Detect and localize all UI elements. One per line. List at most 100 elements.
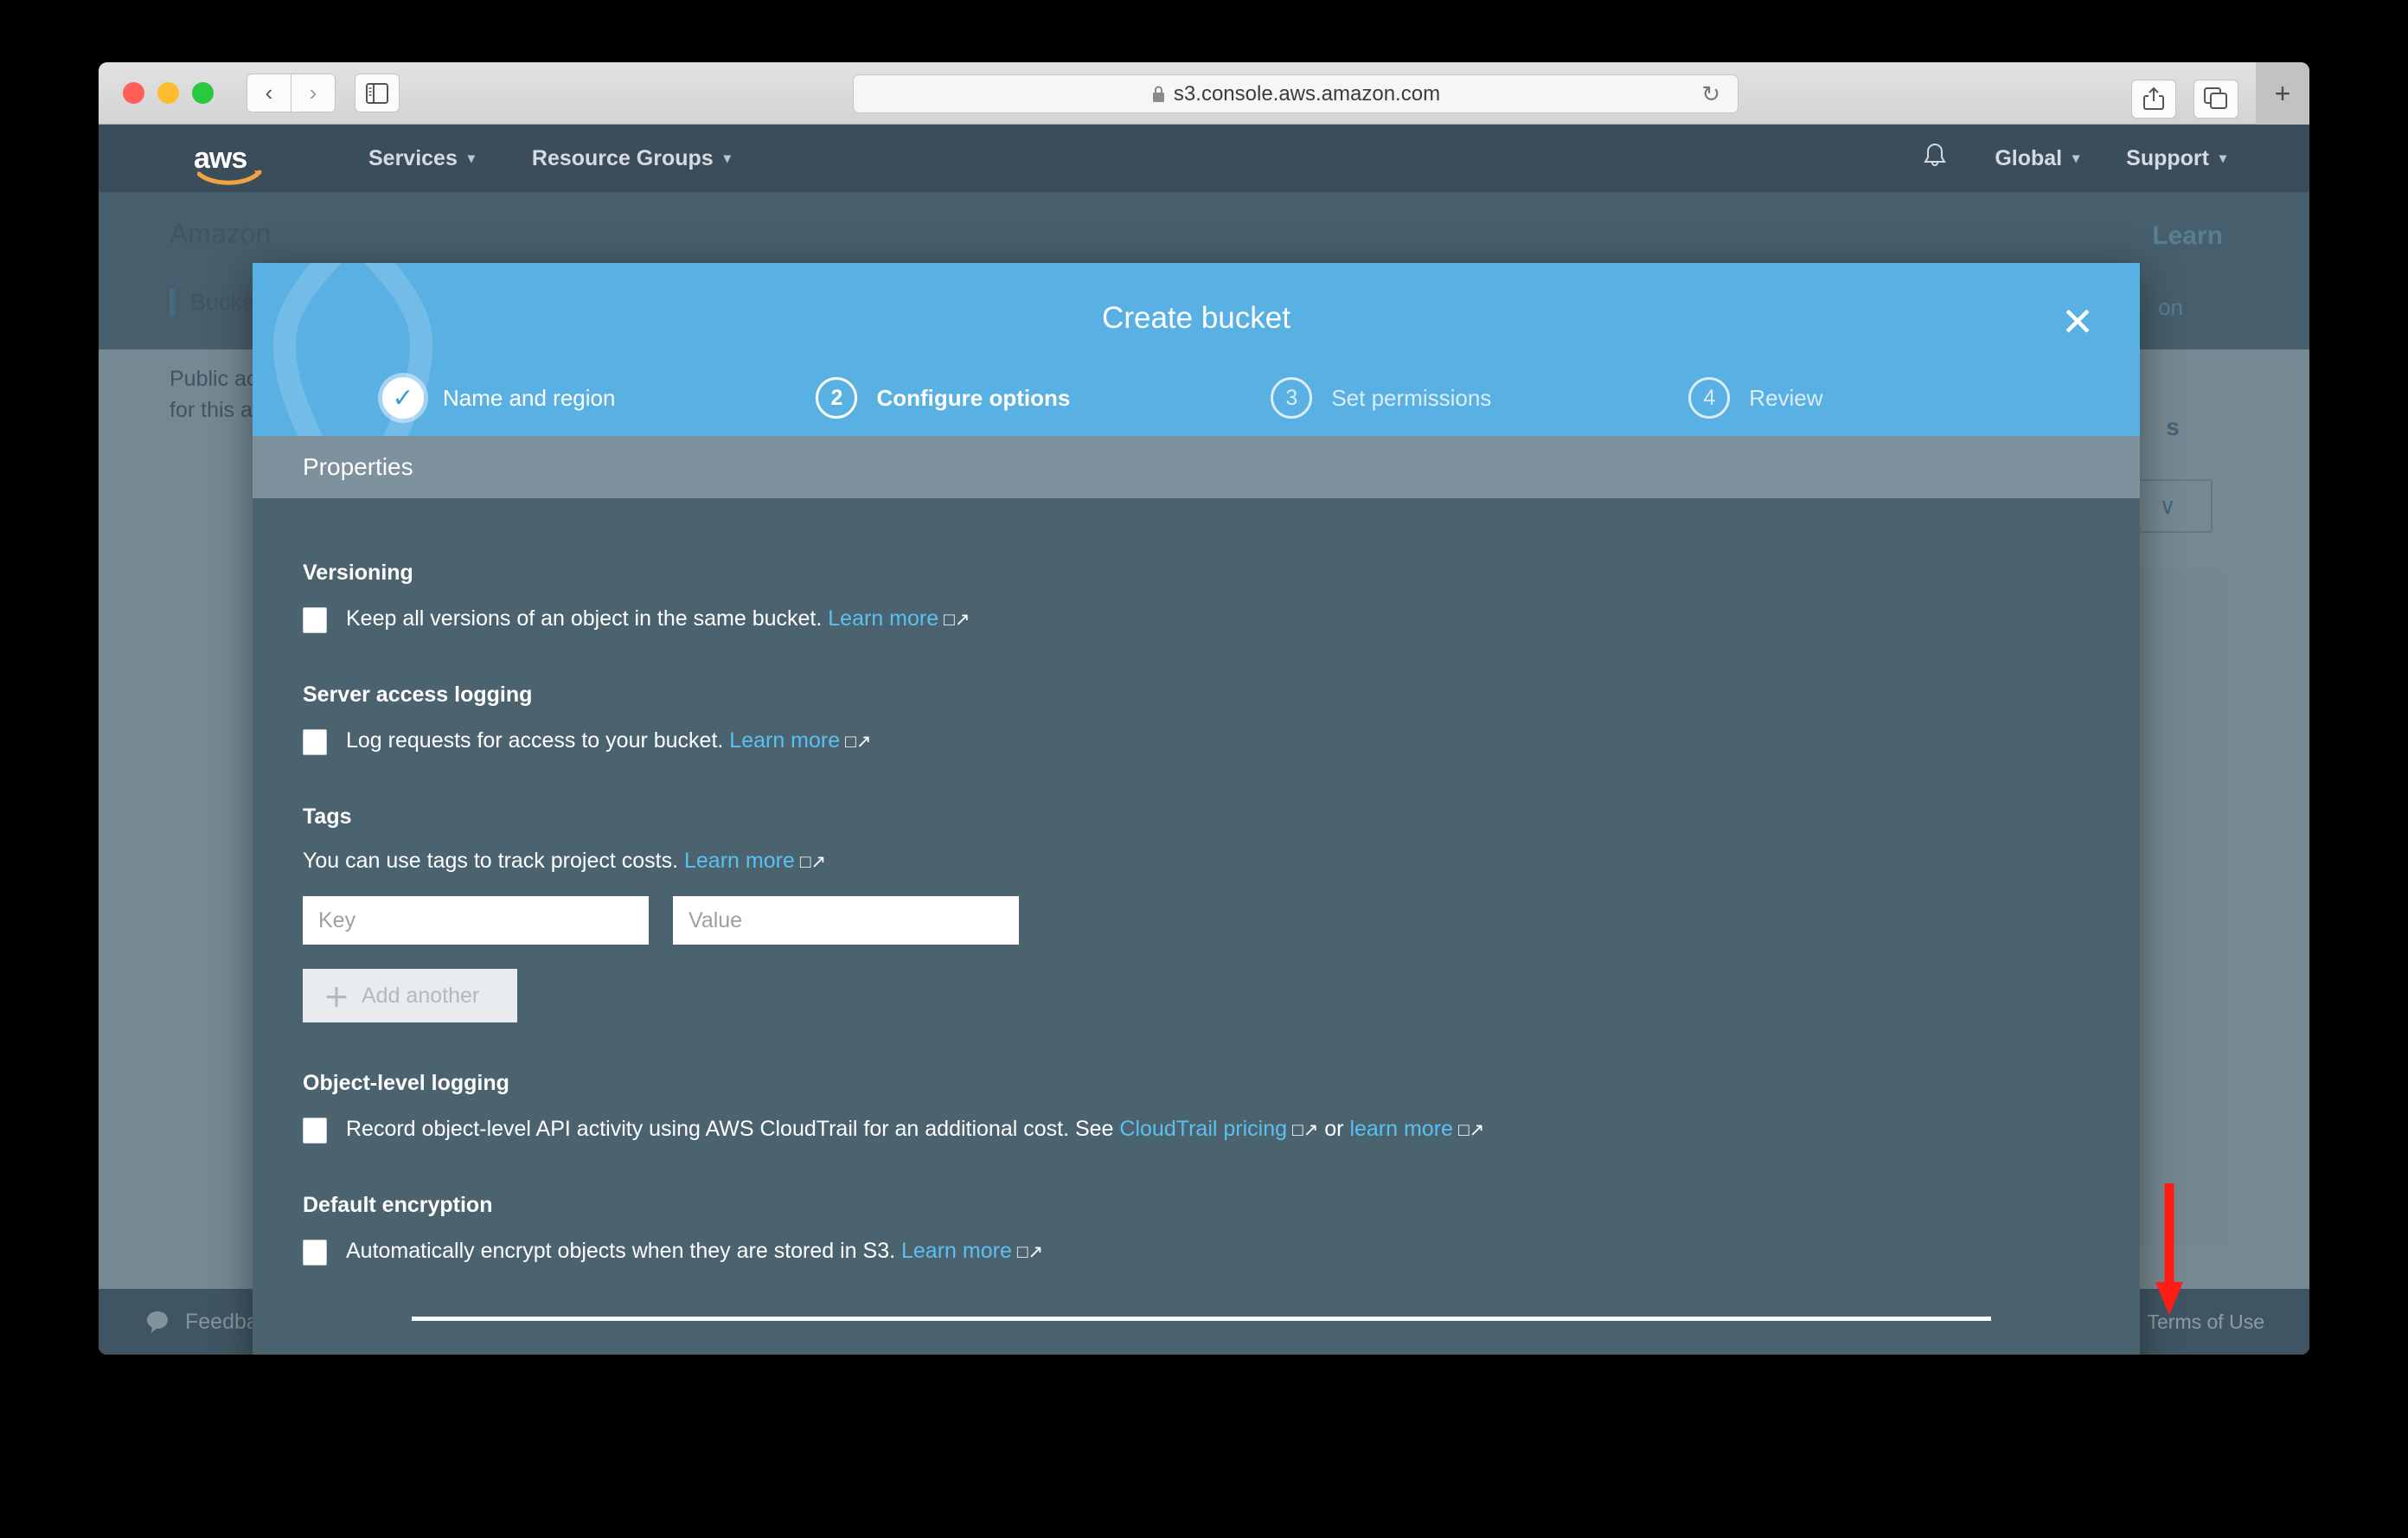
forward-button[interactable]: › (291, 74, 336, 112)
versioning-description: Keep all versions of an object in the sa… (346, 606, 823, 631)
step-badge: 2 (816, 377, 858, 419)
chevron-down-icon: ▾ (723, 151, 731, 166)
object-level-logging-group: Object-level logging Record object-level… (303, 1071, 2140, 1144)
versioning-label: Versioning (303, 561, 413, 585)
plus-icon: ＋ (323, 984, 349, 1013)
web-page: aws Services ▾ Resource Groups ▾ Global … (99, 125, 2309, 1355)
default-encryption-checkbox[interactable] (303, 1240, 327, 1266)
plus-icon: + (2274, 77, 2291, 109)
wizard-steps: ✓ Name and region 2 Configure options 3 … (253, 377, 2140, 419)
nav-region-label: Global (1995, 145, 2063, 170)
tags-description-row: You can use tags to track project costs.… (303, 849, 2140, 874)
bell-icon[interactable] (1922, 142, 1948, 176)
reload-icon[interactable]: ↻ (1701, 80, 1720, 107)
nav-resource-groups[interactable]: Resource Groups ▾ (532, 146, 731, 171)
dialog-header: Create bucket ✕ ✓ Name and region 2 Conf… (253, 263, 2140, 436)
tag-key-input[interactable] (303, 896, 649, 945)
nav-support-label: Support (2126, 145, 2209, 170)
window-controls (123, 82, 214, 104)
wizard-step-name-and-region[interactable]: ✓ Name and region (382, 377, 615, 419)
nav-services[interactable]: Services ▾ (368, 146, 475, 171)
server-access-logging-group: Server access logging Log requests for a… (303, 682, 2140, 756)
section-header-properties: Properties (253, 436, 2140, 498)
tag-value-input[interactable] (673, 896, 1019, 945)
section-title: Properties (303, 453, 413, 480)
versioning-learn-more-link[interactable]: Learn more (828, 606, 938, 631)
tags-group: Tags You can use tags to track project c… (303, 804, 2140, 1022)
address-bar[interactable]: s3.console.aws.amazon.com ↻ (853, 74, 1739, 113)
server-access-logging-row: Log requests for access to your bucket. … (303, 727, 2140, 756)
step-badge: 4 (1688, 377, 1731, 419)
default-encryption-label: Default encryption (303, 1193, 493, 1217)
nav-region-selector[interactable]: Global ▾ (1995, 146, 2079, 171)
new-tab-button[interactable]: + (2256, 62, 2309, 125)
versioning-row: Keep all versions of an object in the sa… (303, 605, 2140, 634)
lock-icon (1152, 86, 1164, 102)
nav-resource-groups-label: Resource Groups (531, 145, 714, 170)
default-encryption-text: Automatically encrypt objects when they … (346, 1237, 1043, 1266)
cloudtrail-pricing-link[interactable]: CloudTrail pricing (1119, 1117, 1287, 1141)
default-encryption-row: Automatically encrypt objects when they … (303, 1237, 2140, 1266)
aws-logo[interactable]: aws (194, 144, 273, 185)
bell-glyph (1924, 143, 1947, 166)
object-level-logging-text: Record object-level API activity using A… (346, 1115, 1484, 1144)
tags-label: Tags (303, 804, 352, 829)
back-button[interactable]: ‹ (247, 74, 291, 112)
object-level-logging-row: Record object-level API activity using A… (303, 1115, 2140, 1144)
server-access-logging-learn-more-link[interactable]: Learn more (729, 728, 840, 753)
wizard-step-configure-options[interactable]: 2 Configure options (816, 377, 1070, 419)
chevron-down-icon: ▾ (2219, 151, 2226, 166)
default-encryption-learn-more-link[interactable]: Learn more (901, 1239, 1012, 1263)
default-encryption-description: Automatically encrypt objects when they … (346, 1239, 896, 1263)
navigation-buttons: ‹ › (247, 74, 336, 112)
server-access-logging-label: Server access logging (303, 682, 533, 707)
toolbar-right-group: + (2131, 62, 2309, 125)
create-bucket-dialog: Create bucket ✕ ✓ Name and region 2 Conf… (253, 263, 2140, 1355)
tag-input-row (303, 896, 2140, 945)
external-link-icon: □↗ (845, 732, 872, 752)
aws-console-navbar: aws Services ▾ Resource Groups ▾ Global … (99, 125, 2309, 192)
chevron-down-icon: ▾ (2072, 151, 2080, 166)
chevron-down-icon: ▾ (467, 151, 475, 166)
chevron-right-icon: › (309, 80, 317, 106)
close-icon[interactable]: ✕ (2055, 299, 2100, 344)
sidebar-icon (366, 82, 388, 104)
share-icon (2143, 87, 2164, 110)
share-button[interactable] (2131, 79, 2176, 119)
nav-services-label: Services (368, 145, 458, 170)
wizard-step-review[interactable]: 4 Review (1688, 377, 1823, 419)
nav-support-menu[interactable]: Support ▾ (2126, 146, 2226, 171)
chevron-left-icon: ‹ (265, 80, 273, 106)
minimize-window-button[interactable] (157, 82, 179, 104)
add-another-tag-button[interactable]: ＋ Add another (303, 969, 517, 1022)
close-window-button[interactable] (123, 82, 144, 104)
wizard-step-set-permissions[interactable]: 3 Set permissions (1271, 377, 1491, 419)
navbar-right-group: Global ▾ Support ▾ (1922, 125, 2226, 192)
aws-smile-icon (197, 170, 262, 185)
server-access-logging-description: Log requests for access to your bucket. (346, 728, 724, 753)
show-tabs-button[interactable] (2193, 79, 2238, 119)
default-encryption-group: Default encryption Automatically encrypt… (303, 1193, 2140, 1266)
versioning-text: Keep all versions of an object in the sa… (346, 605, 970, 634)
external-link-icon: □↗ (1457, 1120, 1485, 1140)
tags-learn-more-link[interactable]: Learn more (684, 849, 795, 873)
server-access-logging-text: Log requests for access to your bucket. … (346, 727, 871, 756)
object-level-logging-label: Object-level logging (303, 1071, 509, 1095)
versioning-group: Versioning Keep all versions of an objec… (303, 561, 2140, 634)
object-level-logging-description: Record object-level API activity using A… (346, 1117, 1114, 1141)
url-text: s3.console.aws.amazon.com (1173, 81, 1441, 106)
step-label: Review (1749, 384, 1823, 411)
server-access-logging-checkbox[interactable] (303, 729, 327, 755)
external-link-icon: □↗ (1016, 1242, 1044, 1262)
object-level-logging-learn-more-link[interactable]: learn more (1349, 1117, 1453, 1141)
annotation-arrow-icon (2155, 1183, 2183, 1315)
maximize-window-button[interactable] (192, 82, 214, 104)
object-level-logging-checkbox[interactable] (303, 1118, 327, 1144)
external-link-icon: □↗ (1292, 1120, 1319, 1140)
tags-description: You can use tags to track project costs. (303, 849, 679, 873)
versioning-checkbox[interactable] (303, 607, 327, 633)
sidebar-toggle-button[interactable] (355, 74, 400, 112)
external-link-icon: □↗ (799, 852, 827, 872)
step-label: Name and region (443, 384, 616, 411)
step-badge: ✓ (382, 377, 424, 419)
